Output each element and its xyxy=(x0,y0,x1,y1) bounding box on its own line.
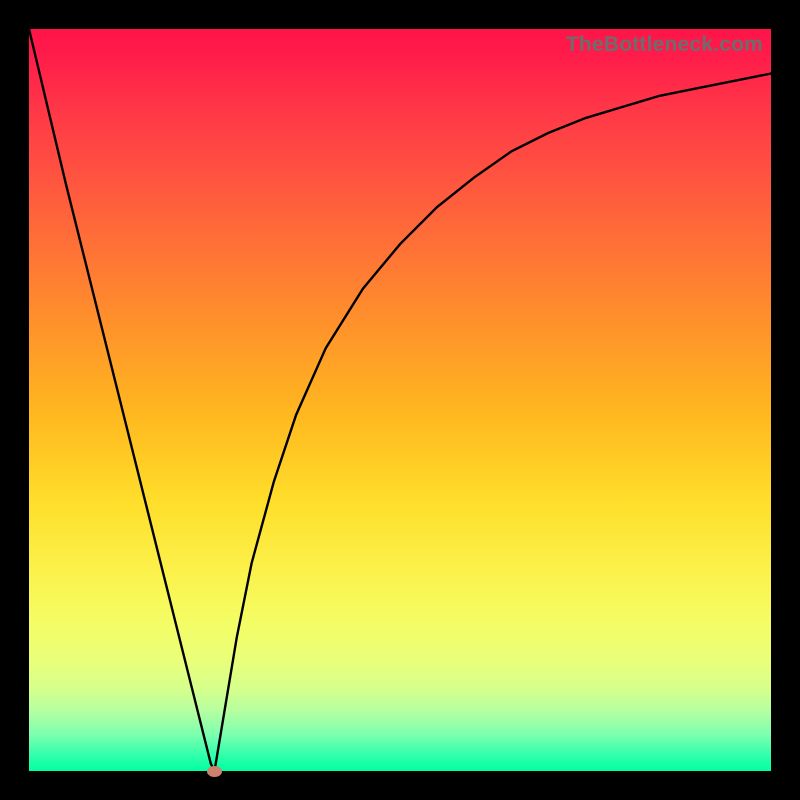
curve-layer xyxy=(29,29,771,771)
plot-area: TheBottleneck.com xyxy=(29,29,771,771)
bottleneck-curve xyxy=(29,29,771,771)
chart-frame: TheBottleneck.com xyxy=(0,0,800,800)
minimum-marker xyxy=(207,766,222,777)
